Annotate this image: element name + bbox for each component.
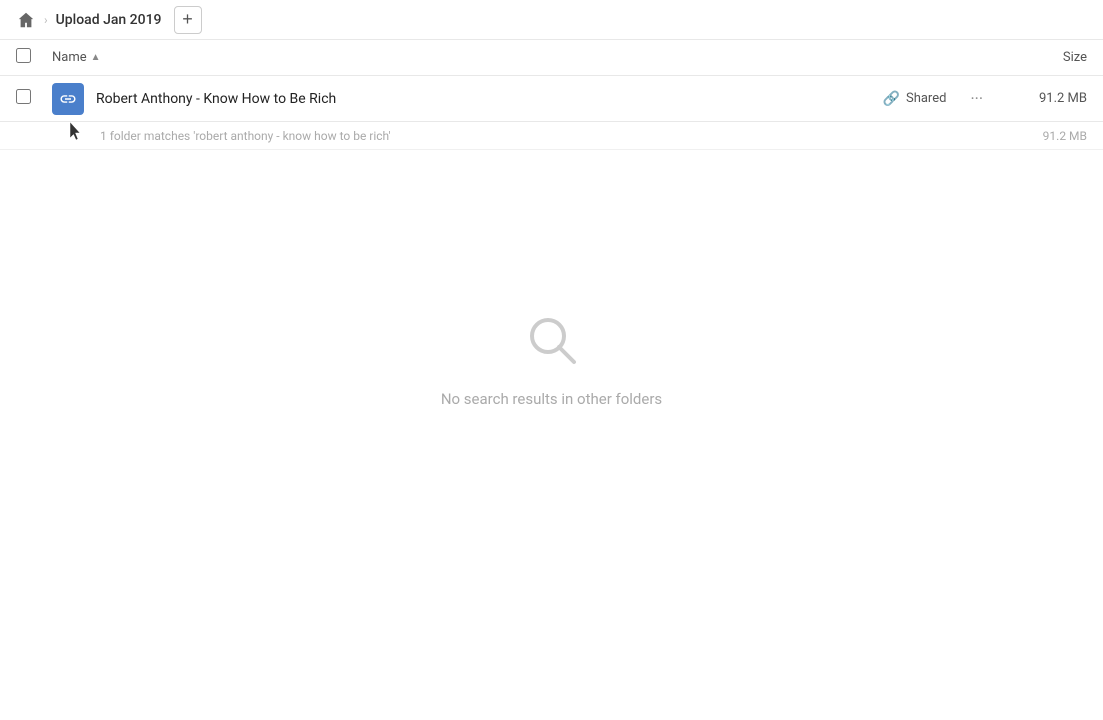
row-checkbox[interactable] <box>16 89 40 108</box>
empty-state: No search results in other folders <box>0 310 1103 408</box>
shared-badge: 🔗 Shared <box>883 91 947 107</box>
shared-link-icon: 🔗 <box>883 91 900 107</box>
file-icon <box>52 83 84 115</box>
add-button[interactable]: + <box>174 6 202 34</box>
name-column-label: Name <box>52 50 87 65</box>
home-icon[interactable] <box>16 10 36 30</box>
row-checkbox-input[interactable] <box>16 89 31 104</box>
more-options-button[interactable]: ··· <box>962 85 991 112</box>
breadcrumb-label: Upload Jan 2019 <box>56 12 162 28</box>
breadcrumb-bar: › Upload Jan 2019 + <box>0 0 1103 40</box>
size-column-header[interactable]: Size <box>1007 50 1087 65</box>
column-headers: Name ▲ Size <box>0 40 1103 76</box>
select-all-checkbox[interactable] <box>16 48 40 67</box>
breadcrumb-chevron: › <box>44 13 48 27</box>
no-results-message: No search results in other folders <box>441 390 662 408</box>
match-size: 91.2 MB <box>1007 129 1087 143</box>
select-all-input[interactable] <box>16 48 31 63</box>
file-size-text: 91.2 MB <box>1007 91 1087 106</box>
file-name-text: Robert Anthony - Know How to Be Rich <box>96 91 883 107</box>
no-results-icon <box>522 310 582 374</box>
link-icon <box>59 90 77 108</box>
file-row[interactable]: Robert Anthony - Know How to Be Rich 🔗 S… <box>0 76 1103 122</box>
match-text: 1 folder matches 'robert anthony - know … <box>100 129 1007 143</box>
shared-label: Shared <box>906 91 946 106</box>
sort-arrow-icon: ▲ <box>91 52 101 63</box>
name-column-header[interactable]: Name ▲ <box>52 50 1007 65</box>
match-info-row: 1 folder matches 'robert anthony - know … <box>0 122 1103 150</box>
